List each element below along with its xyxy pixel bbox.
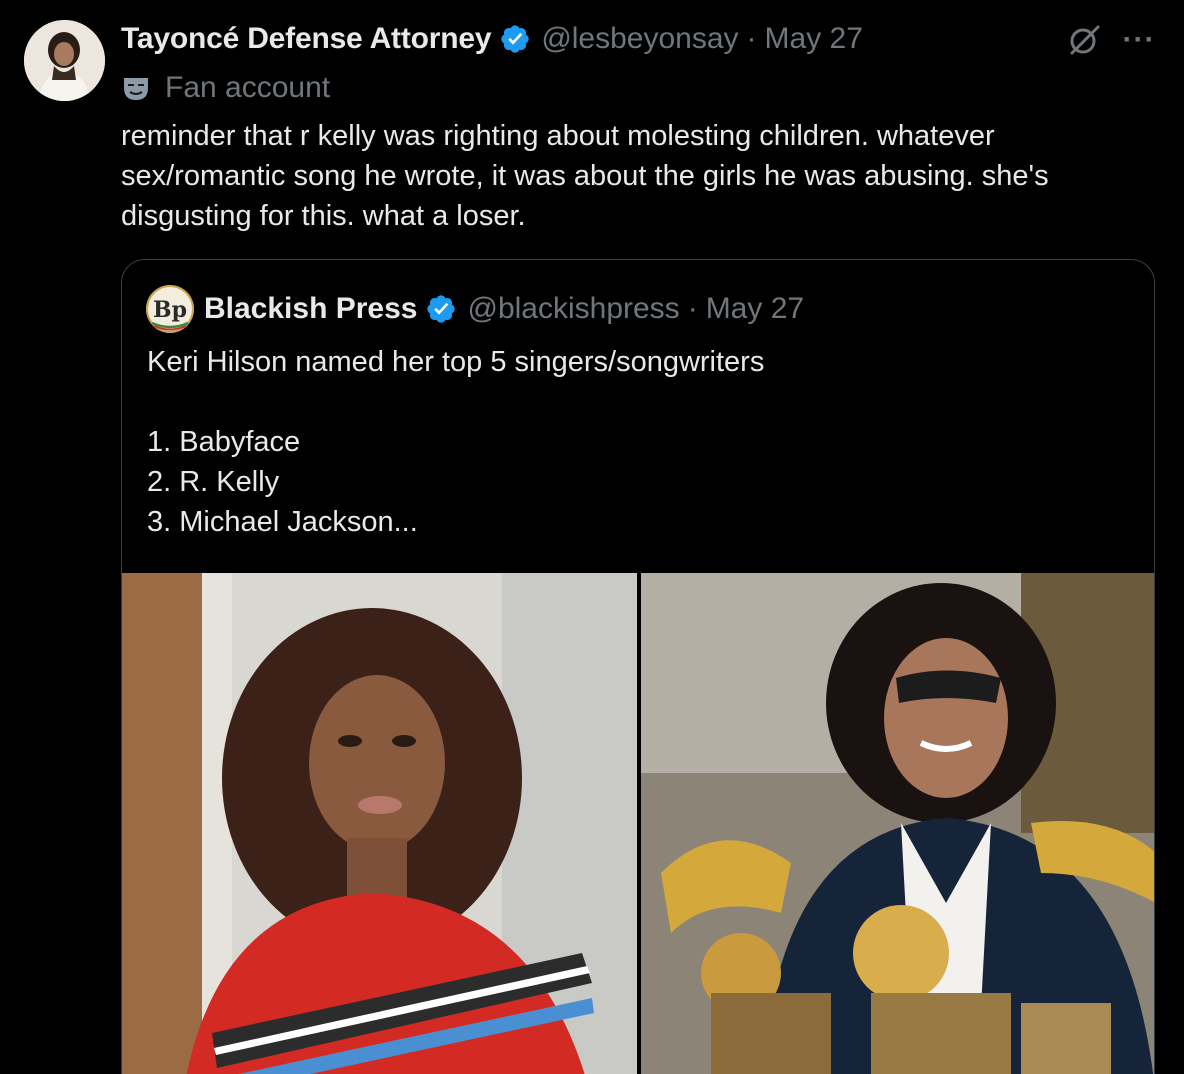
quoted-author-avatar[interactable]: Bp	[146, 285, 194, 333]
author-avatar-image	[24, 20, 105, 101]
tweet[interactable]: Tayoncé Defense Attorney @lesbeyonsay · …	[0, 0, 1184, 1074]
more-icon[interactable]: ···	[1122, 22, 1156, 58]
tweet-body: reminder that r kelly was righting about…	[121, 120, 1049, 232]
quoted-line: Keri Hilson named her top 5 singers/song…	[147, 346, 765, 378]
quoted-line: 3. Michael Jackson...	[147, 506, 418, 538]
man-with-awards-photo	[641, 573, 1154, 1074]
media-image-left[interactable]	[122, 573, 637, 1074]
author-avatar[interactable]	[24, 20, 105, 101]
woman-portrait-photo	[122, 573, 637, 1074]
quoted-media-grid	[122, 573, 1154, 1074]
quoted-tweet-body: Keri Hilson named her top 5 singers/song…	[147, 342, 1127, 542]
separator-dot: ·	[746, 22, 757, 55]
quoted-line: 1. Babyface	[147, 426, 301, 458]
author-handle[interactable]: @lesbeyonsay	[541, 22, 738, 56]
verified-badge-icon[interactable]	[425, 293, 457, 325]
verified-badge-icon[interactable]	[499, 23, 531, 55]
author-display-name[interactable]: Tayoncé Defense Attorney	[121, 22, 492, 56]
tweet-date[interactable]: May 27	[765, 22, 863, 56]
quoted-tweet[interactable]: Bp Blackish Press @blackishpress · May 2…	[121, 259, 1155, 1074]
tweet-header: Tayoncé Defense Attorney @lesbeyonsay · …	[121, 18, 863, 60]
fan-account-mask-icon	[124, 78, 148, 100]
quoted-line	[147, 382, 1127, 422]
quoted-author-logo-text: Bp	[153, 297, 187, 323]
separator-dot: ·	[687, 292, 698, 325]
media-image-right[interactable]	[641, 573, 1154, 1074]
quoted-tweet-header: Bp Blackish Press @blackishpress · May 2…	[146, 285, 804, 333]
fan-account-text: Fan account	[165, 71, 331, 104]
quoted-line: 2. R. Kelly	[147, 466, 280, 498]
quoted-tweet-date[interactable]: May 27	[706, 292, 804, 326]
fan-account-label: Fan account	[121, 68, 330, 108]
grok-icon[interactable]	[1066, 22, 1102, 58]
quoted-author-logo: Bp	[146, 285, 194, 333]
quoted-author-handle[interactable]: @blackishpress	[467, 292, 679, 326]
quoted-author-display-name[interactable]: Blackish Press	[204, 292, 417, 326]
